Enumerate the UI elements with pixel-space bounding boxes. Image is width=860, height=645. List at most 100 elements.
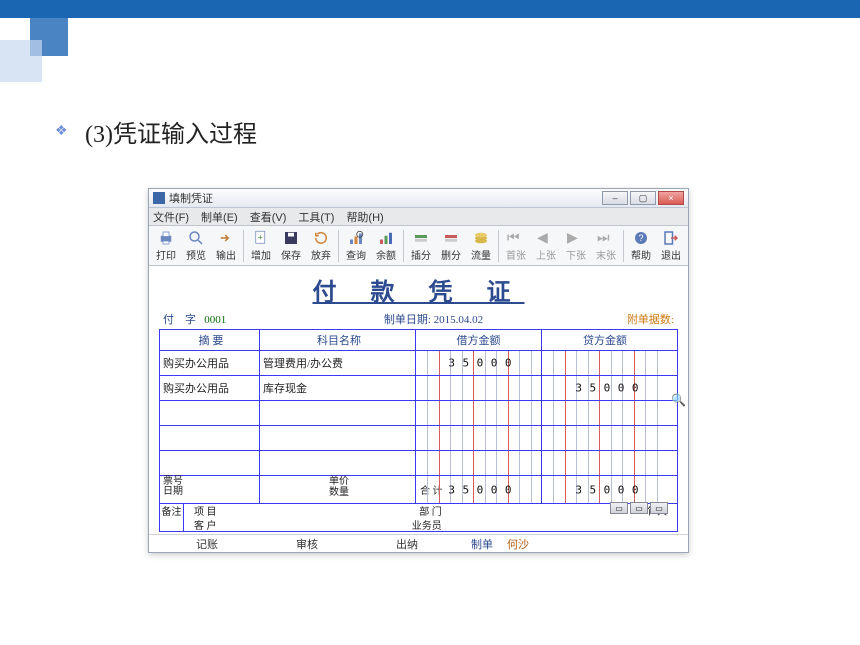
preview-button[interactable]: 预览 [181, 227, 211, 264]
status-audit: 审核 [257, 536, 357, 552]
cell-subject[interactable] [260, 451, 416, 475]
menu-make[interactable]: 制单(E) [201, 209, 238, 225]
mini-icon-3[interactable]: ▭ [650, 502, 668, 514]
table-row[interactable]: 购买办公用品库存现金 35000 [160, 375, 677, 400]
qty-label: 数量 [329, 487, 349, 498]
cell-summary[interactable] [160, 451, 260, 475]
cell-credit[interactable]: 35000 [542, 376, 668, 400]
status-maker-label: 制单 [457, 536, 507, 552]
prev-button[interactable]: ◀上张 [531, 227, 561, 264]
add-button[interactable]: +增加 [246, 227, 276, 264]
add-icon: + [252, 229, 270, 247]
menu-bar: 文件(F) 制单(E) 查看(V) 工具(T) 帮助(H) [149, 208, 688, 226]
total-label: 合 计 [420, 482, 443, 497]
cell-credit[interactable] [542, 451, 668, 475]
note-row-1: 备注 项 目部 门个 人 [160, 503, 677, 517]
status-book: 记账 [157, 536, 257, 552]
header-debit: 借方金额 [416, 330, 542, 350]
save-button[interactable]: 保存 [276, 227, 306, 264]
cell-subject[interactable]: 🔍 [260, 401, 416, 425]
toolbar: 打印 预览 输出 +增加 保存 放弃 查询 余额 插分 删分 流量 ⏮首张 ◀上… [149, 226, 688, 266]
cell-summary[interactable]: 购买办公用品 [160, 351, 260, 375]
debit-amount: 35000 [448, 357, 519, 370]
prev-icon: ◀ [537, 229, 555, 247]
mini-tool-icons: ▭ ▭ ▭ [610, 502, 668, 514]
toolbar-separator [623, 230, 624, 262]
menu-view[interactable]: 查看(V) [250, 209, 287, 225]
cell-debit[interactable] [416, 426, 542, 450]
attach-label[interactable]: 附单据数: [564, 311, 674, 327]
delete-row-button[interactable]: 删分 [436, 227, 466, 264]
voucher-type-word: 字 [185, 314, 196, 326]
credit-amount: 35000 [575, 382, 646, 395]
table-row[interactable] [160, 425, 677, 450]
next-button[interactable]: ▶下张 [561, 227, 591, 264]
ledger-lines [542, 351, 668, 375]
bizman-label[interactable]: 业务员 [412, 517, 442, 532]
cell-debit[interactable] [416, 451, 542, 475]
voucher-number[interactable]: 0001 [204, 314, 226, 326]
output-button[interactable]: 输出 [211, 227, 241, 264]
table-row[interactable] [160, 450, 677, 475]
balance-icon [377, 229, 395, 247]
ticket-date-label: 日期 [163, 487, 183, 497]
svg-text:?: ? [638, 233, 643, 243]
print-icon [157, 229, 175, 247]
toolbar-separator [243, 230, 244, 262]
app-icon [153, 192, 165, 204]
first-button[interactable]: ⏮首张 [501, 227, 531, 264]
ledger-lines [416, 376, 541, 400]
voucher-date-value[interactable]: 2015.04.02 [434, 314, 484, 326]
help-button[interactable]: ?帮助 [626, 227, 656, 264]
cell-credit[interactable] [542, 401, 668, 425]
discard-icon [312, 229, 330, 247]
status-maker-value: 何沙 [507, 536, 557, 552]
cell-credit[interactable] [542, 351, 668, 375]
menu-tool[interactable]: 工具(T) [298, 209, 334, 225]
price-label: 单价 [329, 476, 349, 487]
cell-summary[interactable] [160, 426, 260, 450]
voucher-table: 摘 要 科目名称 借方金额 贷方金额 购买办公用品管理费用/办公费35000购买… [159, 329, 678, 532]
insert-row-icon [412, 229, 430, 247]
close-button[interactable]: × [658, 191, 684, 205]
last-button[interactable]: ⏭末张 [591, 227, 621, 264]
ledger-lines [416, 426, 541, 450]
query-button[interactable]: 查询 [341, 227, 371, 264]
customer-label[interactable]: 客 户 [194, 517, 217, 532]
maximize-button[interactable]: ▢ [630, 191, 656, 205]
table-row[interactable]: 🔍 [160, 400, 677, 425]
cell-subject[interactable]: 管理费用/办公费 [260, 351, 416, 375]
debit-total: 35000 [448, 483, 519, 496]
print-button[interactable]: 打印 [151, 227, 181, 264]
cell-credit[interactable] [542, 426, 668, 450]
menu-help[interactable]: 帮助(H) [346, 209, 383, 225]
mini-icon-2[interactable]: ▭ [630, 502, 648, 514]
menu-file[interactable]: 文件(F) [153, 209, 189, 225]
exit-button[interactable]: 退出 [656, 227, 686, 264]
window-titlebar[interactable]: 填制凭证 – ▢ × [149, 189, 688, 208]
cell-summary[interactable] [160, 401, 260, 425]
cell-subject[interactable] [260, 426, 416, 450]
next-icon: ▶ [567, 229, 585, 247]
toolbar-separator [338, 230, 339, 262]
delete-row-icon [442, 229, 460, 247]
flow-button[interactable]: 流量 [466, 227, 496, 264]
cell-debit[interactable] [416, 401, 542, 425]
discard-button[interactable]: 放弃 [306, 227, 336, 264]
cell-debit[interactable] [416, 376, 542, 400]
first-icon: ⏮ [507, 229, 525, 247]
slide-top-bar [0, 0, 860, 18]
cell-debit[interactable]: 35000 [416, 351, 542, 375]
deco-square-light [0, 40, 42, 82]
lookup-icon[interactable]: 🔍 [671, 393, 685, 407]
section-heading: (3)凭证输入过程 [85, 114, 257, 149]
insert-row-button[interactable]: 插分 [406, 227, 436, 264]
cell-summary[interactable]: 购买办公用品 [160, 376, 260, 400]
balance-button[interactable]: 余额 [371, 227, 401, 264]
window-title: 填制凭证 [169, 190, 213, 206]
table-row[interactable]: 购买办公用品管理费用/办公费 35000 [160, 350, 677, 375]
mini-icon-1[interactable]: ▭ [610, 502, 628, 514]
minimize-button[interactable]: – [602, 191, 628, 205]
voucher-date-label: 制单日期: [384, 314, 431, 326]
cell-subject[interactable]: 库存现金 [260, 376, 416, 400]
